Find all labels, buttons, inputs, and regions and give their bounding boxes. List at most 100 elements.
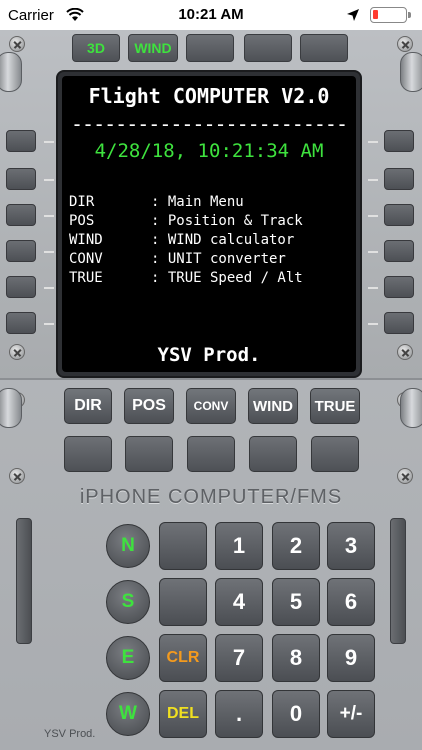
screw-icon <box>397 344 413 360</box>
left-line-select-key-5[interactable] <box>6 276 36 298</box>
menu-line-conv: CONV: UNIT converter <box>69 251 286 267</box>
lsk-marker <box>368 251 378 253</box>
left-line-select-key-2[interactable] <box>6 168 36 190</box>
side-slot-left <box>16 518 32 644</box>
3d-button[interactable]: 3D <box>72 34 120 62</box>
blank-key[interactable] <box>159 522 207 570</box>
hinge <box>400 388 422 428</box>
hinge <box>0 388 22 428</box>
menu-sep: : <box>151 213 168 229</box>
wind-button[interactable]: WIND <box>248 388 298 424</box>
lsk-marker <box>44 179 54 181</box>
screw-icon <box>9 344 25 360</box>
menu-sep: : <box>151 194 168 210</box>
left-line-select-key-1[interactable] <box>6 130 36 152</box>
menu-desc: UNIT converter <box>167 251 286 267</box>
conv-button[interactable]: CONV <box>186 388 236 424</box>
lsk-marker <box>368 215 378 217</box>
digit-4-key[interactable]: 4 <box>215 578 263 626</box>
screw-icon <box>397 468 413 484</box>
blank-key-2[interactable] <box>159 578 207 626</box>
lsk-marker <box>44 287 54 289</box>
menu-desc: Main Menu <box>167 194 244 210</box>
menu-sep: : <box>151 232 168 248</box>
left-line-select-key-3[interactable] <box>6 204 36 226</box>
menu-key: CONV <box>69 251 103 267</box>
screen-footer: YSV Prod. <box>157 344 261 366</box>
blank-button-2[interactable] <box>125 436 173 472</box>
plus-minus-key[interactable]: +/- <box>327 690 375 738</box>
menu-key: DIR <box>69 194 95 210</box>
right-line-select-key-6[interactable] <box>384 312 414 334</box>
menu-desc: Position & Track <box>167 213 303 229</box>
screw-icon <box>9 468 25 484</box>
battery-tip <box>408 12 411 18</box>
screen-divider: ------------------------- <box>70 112 348 136</box>
footer-brand: YSV Prod. <box>44 728 96 740</box>
decimal-key[interactable]: . <box>215 690 263 738</box>
dir-button[interactable]: DIR <box>64 388 112 424</box>
west-key[interactable]: W <box>106 692 150 736</box>
digit-1-key[interactable]: 1 <box>215 522 263 570</box>
left-line-select-key-6[interactable] <box>6 312 36 334</box>
status-bar: Carrier 10:21 AM <box>0 0 422 30</box>
digit-7-key[interactable]: 7 <box>215 634 263 682</box>
top-blank-button-1[interactable] <box>186 34 234 62</box>
battery-level <box>373 10 378 19</box>
side-slot-right <box>390 518 406 644</box>
digit-8-key[interactable]: 8 <box>272 634 320 682</box>
digit-6-key[interactable]: 6 <box>327 578 375 626</box>
hinge <box>0 52 22 92</box>
top-blank-button-3[interactable] <box>300 34 348 62</box>
right-line-select-key-2[interactable] <box>384 168 414 190</box>
screen-datetime: 4/28/18, 10:21:34 AM <box>94 140 324 162</box>
screw-icon <box>397 36 413 52</box>
brand-label: iPHONE COMPUTER/FMS <box>79 486 343 508</box>
screen-title: Flight COMPUTER V2.0 <box>88 84 330 108</box>
menu-line-true: TRUE: TRUE Speed / Alt <box>69 270 303 286</box>
north-key[interactable]: N <box>106 524 150 568</box>
true-button[interactable]: TRUE <box>310 388 360 424</box>
top-blank-button-2[interactable] <box>244 34 292 62</box>
digit-5-key[interactable]: 5 <box>272 578 320 626</box>
lsk-marker <box>44 215 54 217</box>
screw-icon <box>9 36 25 52</box>
lsk-marker <box>44 141 54 143</box>
right-line-select-key-1[interactable] <box>384 130 414 152</box>
menu-line-wind: WIND: WIND calculator <box>69 232 294 248</box>
lsk-marker <box>44 323 54 325</box>
right-line-select-key-5[interactable] <box>384 276 414 298</box>
blank-button-5[interactable] <box>311 436 359 472</box>
menu-desc: WIND calculator <box>167 232 295 248</box>
south-key[interactable]: S <box>106 580 150 624</box>
hinge <box>400 52 422 92</box>
del-key[interactable]: DEL <box>159 690 207 738</box>
lsk-marker <box>368 179 378 181</box>
menu-line-pos: POS: Position & Track <box>69 213 303 229</box>
menu-sep: : <box>151 270 168 286</box>
battery-icon <box>370 7 407 23</box>
menu-key: WIND <box>69 232 103 248</box>
left-line-select-key-4[interactable] <box>6 240 36 262</box>
digit-3-key[interactable]: 3 <box>327 522 375 570</box>
digit-9-key[interactable]: 9 <box>327 634 375 682</box>
blank-button-3[interactable] <box>187 436 235 472</box>
lsk-marker <box>368 141 378 143</box>
digit-2-key[interactable]: 2 <box>272 522 320 570</box>
location-arrow-icon <box>347 9 359 21</box>
menu-key: POS <box>69 213 95 229</box>
right-line-select-key-3[interactable] <box>384 204 414 226</box>
menu-desc: TRUE Speed / Alt <box>167 270 303 286</box>
blank-button-4[interactable] <box>249 436 297 472</box>
clr-key[interactable]: CLR <box>159 634 207 682</box>
blank-button-1[interactable] <box>64 436 112 472</box>
digit-0-key[interactable]: 0 <box>272 690 320 738</box>
lsk-marker <box>44 251 54 253</box>
right-line-select-key-4[interactable] <box>384 240 414 262</box>
cdu-screen: Flight COMPUTER V2.0 -------------------… <box>62 76 356 372</box>
wind-top-button[interactable]: WIND <box>128 34 178 62</box>
east-key[interactable]: E <box>106 636 150 680</box>
menu-sep: : <box>151 251 168 267</box>
menu-line-dir: DIR: Main Menu <box>69 194 244 210</box>
pos-button[interactable]: POS <box>124 388 174 424</box>
